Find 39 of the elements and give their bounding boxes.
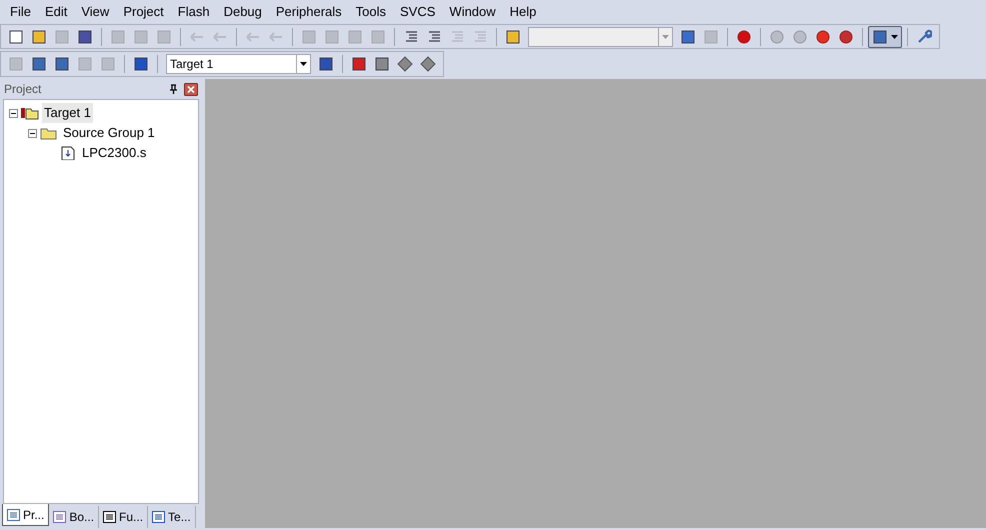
caret-icon xyxy=(891,34,898,38)
menu-item[interactable]: View xyxy=(74,2,116,22)
pin-icon[interactable] xyxy=(169,84,178,94)
panel-tab[interactable]: Te... xyxy=(148,506,196,528)
caret-icon[interactable] xyxy=(300,62,307,66)
close-icon[interactable] xyxy=(184,82,198,96)
expander-icon[interactable] xyxy=(9,108,18,118)
diamond-icon[interactable] xyxy=(397,56,413,72)
menu-item[interactable]: Peripherals xyxy=(268,2,349,22)
wrench-icon[interactable] xyxy=(916,28,932,44)
menu-item[interactable]: Edit xyxy=(38,2,74,22)
panel-tab[interactable]: Pr... xyxy=(2,504,50,526)
tab-icon xyxy=(53,511,66,523)
combo-value: Target 1 xyxy=(169,56,214,73)
menu-item[interactable]: Debug xyxy=(216,2,269,22)
window-dropdown-button[interactable] xyxy=(868,26,902,48)
file-icon xyxy=(59,146,77,160)
tree-item[interactable]: Source Group 1 xyxy=(61,123,157,143)
folder-icon xyxy=(40,126,58,140)
target-folder-icon xyxy=(21,106,39,120)
menu-item[interactable]: Project xyxy=(116,2,171,22)
menu-item[interactable]: SVCS xyxy=(393,2,442,22)
tree-item[interactable]: Target 1 xyxy=(42,103,93,123)
expander-icon[interactable] xyxy=(28,128,37,138)
panel-tab[interactable]: Bo... xyxy=(49,506,100,528)
menu-item[interactable]: Flash xyxy=(170,2,217,22)
panel-title: Project xyxy=(4,81,42,98)
menu-item[interactable]: Tools xyxy=(348,2,394,22)
indent-icon[interactable] xyxy=(403,28,419,44)
menu-item[interactable]: Window xyxy=(442,2,503,22)
target-dropdown[interactable]: Target 1 xyxy=(166,54,311,74)
panel-tab[interactable]: Fu... xyxy=(99,506,148,528)
menu-item[interactable]: File xyxy=(3,2,38,22)
outdent-icon[interactable] xyxy=(426,28,442,44)
tab-icon xyxy=(7,508,20,520)
tree-item[interactable]: LPC2300.s xyxy=(80,143,148,163)
tab-icon xyxy=(152,511,166,523)
tab-icon xyxy=(103,511,116,523)
menu-item[interactable]: Help xyxy=(502,2,544,22)
